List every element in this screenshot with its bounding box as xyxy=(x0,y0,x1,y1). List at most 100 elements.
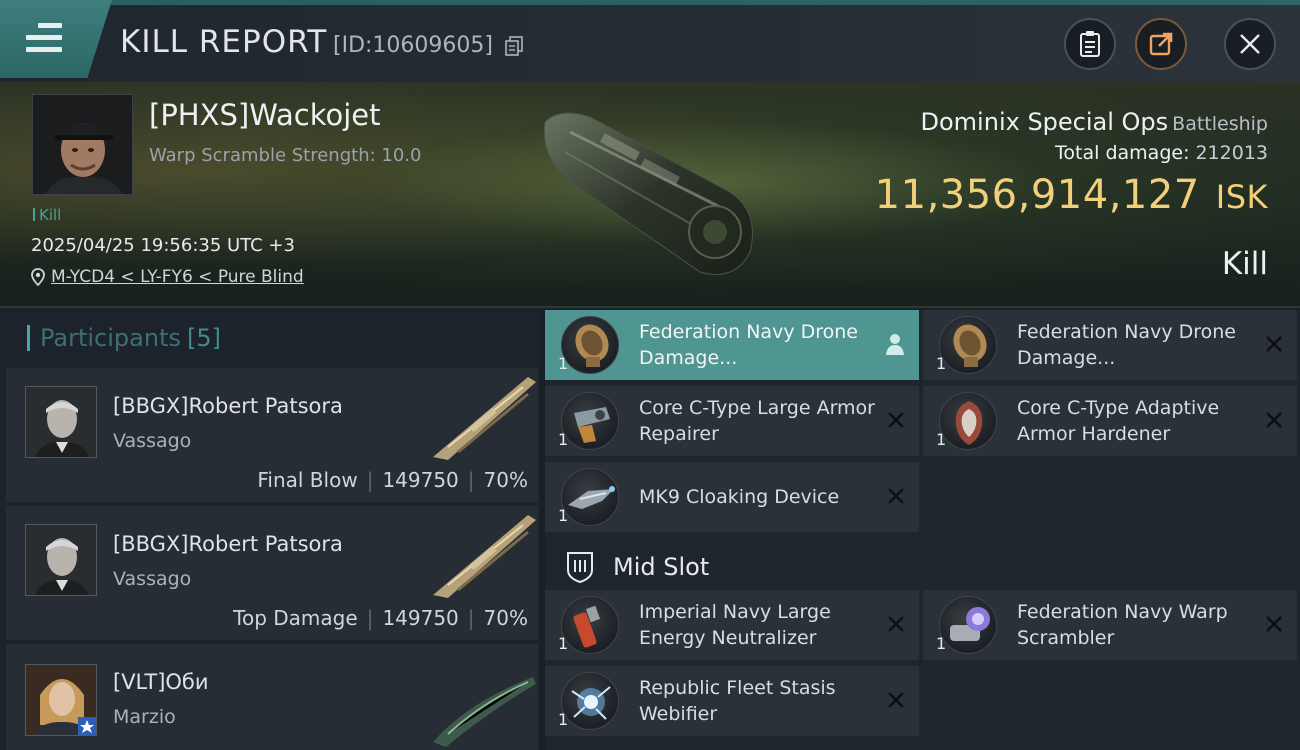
copy-icon[interactable] xyxy=(505,36,523,56)
module-name: Federation Navy Drone Damage... xyxy=(1017,321,1236,369)
total-damage-label: Total damage: xyxy=(1055,142,1190,164)
participant-percent: 70% xyxy=(483,468,528,492)
destroyed-icon xyxy=(888,616,904,632)
header-bar: KILL REPORT [ID:10609605] xyxy=(0,0,1300,82)
victim-portrait[interactable] xyxy=(32,94,133,195)
module-item[interactable]: 1 Federation Navy Drone Damage... xyxy=(545,310,919,380)
participants-header: Participants [5] xyxy=(27,324,221,352)
fitting-panel: 1 Federation Navy Drone Damage... 1 Fede… xyxy=(545,310,1300,750)
share-icon xyxy=(1149,32,1173,56)
module-qty: 1 xyxy=(558,354,569,373)
menu-button[interactable] xyxy=(0,0,112,78)
isk-unit: ISK xyxy=(1215,178,1268,216)
participant-name: [VLT]Оби xyxy=(113,670,209,694)
participant-ship: Vassago xyxy=(113,430,192,452)
module-qty: 1 xyxy=(936,354,947,373)
kill-tag: Kill xyxy=(33,206,61,224)
isk-amount: 11,356,914,127 xyxy=(874,172,1200,218)
module-item[interactable]: 1 MK9 Cloaking Device xyxy=(545,462,919,532)
armor-repairer-icon xyxy=(561,392,619,450)
location-pin-icon xyxy=(31,268,45,286)
drone-damage-amplifier-icon xyxy=(939,316,997,374)
armor-hardener-icon xyxy=(939,392,997,450)
share-button[interactable] xyxy=(1135,18,1187,70)
warp-scramble-strength: Warp Scramble Strength: 10.0 xyxy=(149,145,422,166)
total-damage-value: 212013 xyxy=(1195,142,1268,164)
avatar xyxy=(33,95,132,194)
participants-count: [5] xyxy=(186,324,221,352)
module-item[interactable]: 1 Federation Navy Warp Scrambler xyxy=(923,590,1297,660)
module-name: Republic Fleet Stasis Webifier xyxy=(639,677,836,725)
avatar xyxy=(25,664,97,736)
module-qty: 1 xyxy=(936,430,947,449)
stasis-webifier-icon xyxy=(561,672,619,730)
module-name: MK9 Cloaking Device xyxy=(639,486,840,508)
kill-location[interactable]: M-YCD4 < LY-FY6 < Pure Blind xyxy=(31,267,304,287)
module-qty: 1 xyxy=(936,634,947,653)
warp-scrambler-icon xyxy=(939,596,997,654)
participant-ship: Vassago xyxy=(113,568,192,590)
isk-value: 11,356,914,127 ISK xyxy=(875,172,1268,218)
module-name: Federation Navy Drone Damage... xyxy=(639,321,858,369)
participant-ship-image xyxy=(433,515,536,598)
module-name: Federation Navy Warp Scrambler xyxy=(1017,601,1228,649)
page-title: KILL REPORT xyxy=(120,24,328,60)
participant-ship: Marzio xyxy=(113,706,176,728)
victim-name[interactable]: [PHXS]Wackojet xyxy=(149,98,381,132)
participant-damage: 149750 xyxy=(382,468,459,492)
energy-neutralizer-icon xyxy=(561,596,619,654)
participant-name: [BBGX]Robert Patsora xyxy=(113,532,343,556)
participant-name: [BBGX]Robert Patsora xyxy=(113,394,343,418)
kill-result: Kill xyxy=(1221,246,1268,282)
participant-damage: 149750 xyxy=(382,606,459,630)
module-item[interactable]: 1 Federation Navy Drone Damage... xyxy=(923,310,1297,380)
module-qty: 1 xyxy=(558,634,569,653)
destroyed-icon xyxy=(1266,616,1282,632)
participants-panel: Participants [5] [BBGX]Robert Patsora Vas… xyxy=(0,310,540,750)
module-qty: 1 xyxy=(558,430,569,449)
total-damage: Total damage: 212013 xyxy=(1055,142,1268,164)
hamburger-icon xyxy=(26,23,62,55)
module-name: Imperial Navy Large Energy Neutralizer xyxy=(639,601,831,649)
header-accent-line xyxy=(0,0,1300,5)
module-item[interactable]: 1 Imperial Navy Large Energy Neutralizer xyxy=(545,590,919,660)
module-name: Core C-Type Adaptive Armor Hardener xyxy=(1017,397,1220,445)
participant-row[interactable]: [BBGX]Robert Patsora Vassago Top Damage |… xyxy=(6,506,538,640)
mid-slot-label: Mid Slot xyxy=(613,553,710,581)
destroyed-icon xyxy=(888,692,904,708)
participants-label: Participants xyxy=(40,324,181,352)
module-qty: 1 xyxy=(558,506,569,525)
module-item[interactable]: 1 Core C-Type Adaptive Armor Hardener xyxy=(923,386,1297,456)
participant-ship-image xyxy=(433,677,536,747)
module-item[interactable]: 1 Republic Fleet Stasis Webifier xyxy=(545,666,919,736)
victim-ship-name[interactable]: Dominix Special Ops Battleship xyxy=(921,108,1268,136)
pilot-icon[interactable] xyxy=(885,332,905,356)
ship-name-text: Dominix Special Ops xyxy=(920,108,1169,136)
mid-slot-header: Mid Slot xyxy=(545,546,1300,588)
drone-damage-amplifier-icon xyxy=(561,316,619,374)
participant-row[interactable]: [BBGX]Robert Patsora Vassago Final Blow |… xyxy=(6,368,538,502)
destroyed-icon xyxy=(1266,412,1282,428)
mid-slot-icon xyxy=(567,552,593,584)
participant-stats: Final Blow | 149750 | 70% xyxy=(257,468,528,492)
kill-datetime: 2025/04/25 19:56:35 UTC +3 xyxy=(31,235,295,256)
participant-ship-image xyxy=(433,377,536,460)
avatar xyxy=(25,386,97,458)
close-icon xyxy=(1240,34,1260,54)
destroyed-icon xyxy=(888,412,904,428)
cloaking-device-icon xyxy=(561,468,619,526)
participant-role: Top Damage xyxy=(233,606,358,630)
victim-summary: [PHXS]Wackojet Warp Scramble Strength: 1… xyxy=(0,82,1300,308)
close-button[interactable] xyxy=(1224,18,1276,70)
clipboard-button[interactable] xyxy=(1064,18,1116,70)
location-link[interactable]: M-YCD4 < LY-FY6 < Pure Blind xyxy=(51,267,304,287)
participant-percent: 70% xyxy=(483,606,528,630)
victim-ship-image[interactable] xyxy=(530,102,770,287)
participant-row[interactable]: [VLT]Оби Marzio xyxy=(6,644,538,750)
module-qty: 1 xyxy=(558,710,569,729)
avatar xyxy=(25,524,97,596)
destroyed-icon xyxy=(1266,336,1282,352)
clipboard-icon xyxy=(1080,31,1100,57)
destroyed-icon xyxy=(888,488,904,504)
module-item[interactable]: 1 Core C-Type Large Armor Repairer xyxy=(545,386,919,456)
